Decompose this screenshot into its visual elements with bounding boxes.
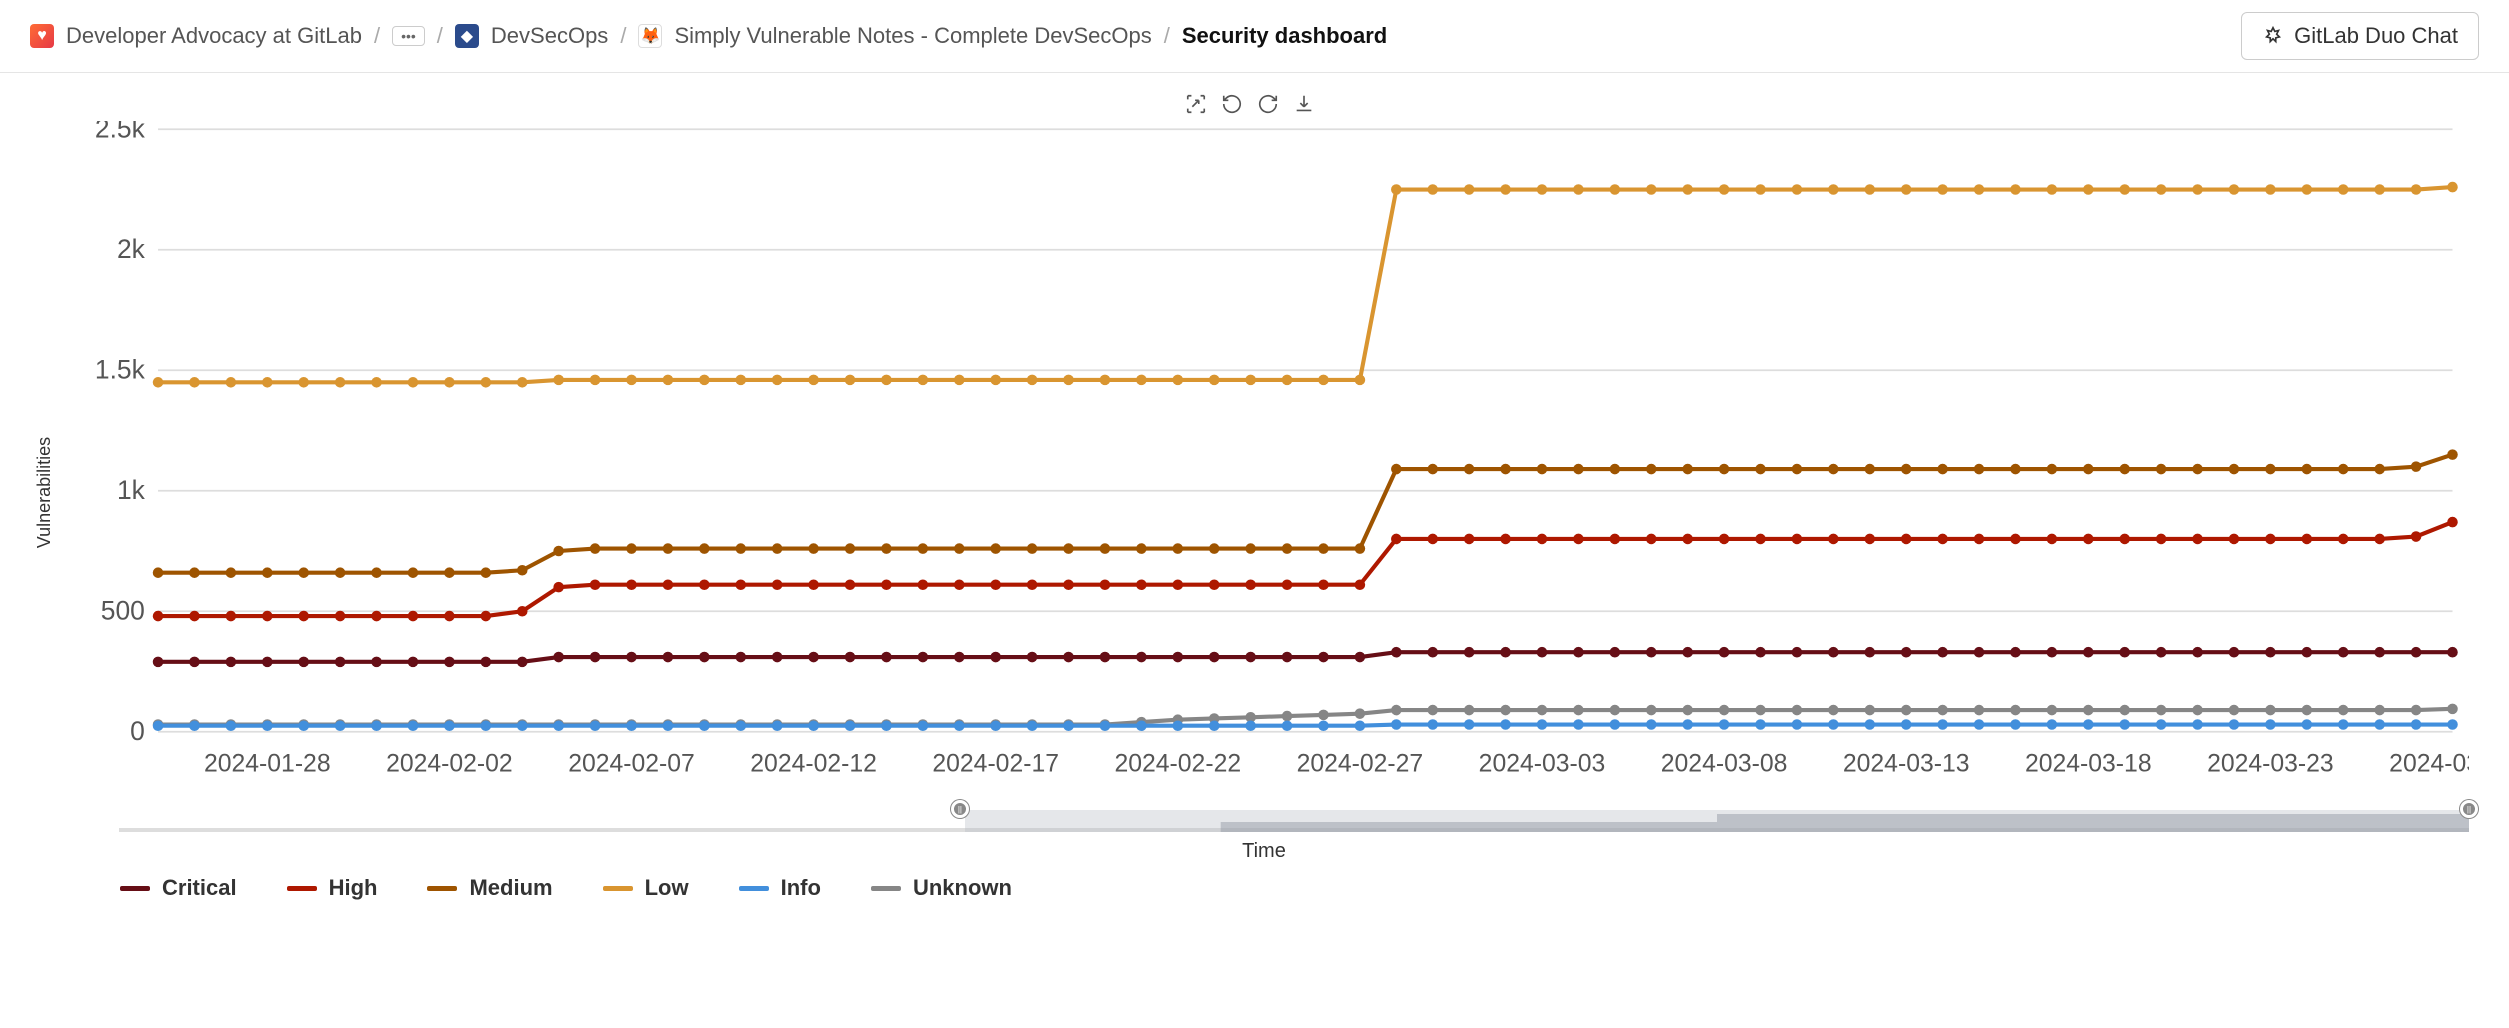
svg-text:500: 500 [101, 596, 145, 626]
legend-item-low[interactable]: Low [603, 875, 689, 901]
svg-text:2024-02-12: 2024-02-12 [750, 750, 877, 777]
refresh-icon[interactable] [1257, 93, 1279, 115]
legend-swatch [739, 886, 769, 891]
breadcrumb-ellipsis-button[interactable]: ••• [392, 26, 425, 46]
legend-swatch [287, 886, 317, 891]
svg-text:2024-03-18: 2024-03-18 [2025, 750, 2152, 777]
group-avatar-icon: ♥ [30, 24, 54, 48]
chart-plot[interactable]: 0 500 1k 1.5k 2k 2.5k 2024-01-28 2024-02-02 2024… [59, 121, 2469, 863]
svg-text:2.5k: 2.5k [95, 121, 146, 144]
legend-label: Critical [162, 875, 237, 901]
svg-text:2024-02-27: 2024-02-27 [1297, 750, 1424, 777]
chart-container: Vulnerabilities 0 500 1k 1.5k 2k 2.5k 2024-01-… [0, 73, 2509, 921]
svg-text:2024-02-07: 2024-02-07 [568, 750, 695, 777]
duo-chat-icon [2262, 25, 2284, 47]
svg-text:2024-03-03: 2024-03-03 [1479, 750, 1606, 777]
legend-swatch [871, 886, 901, 891]
svg-text:2k: 2k [117, 234, 146, 264]
legend-label: Low [645, 875, 689, 901]
svg-text:2024-03-23: 2024-03-23 [2207, 750, 2334, 777]
svg-text:2024-03-08: 2024-03-08 [1661, 750, 1788, 777]
svg-text:2024-01-28: 2024-01-28 [204, 750, 331, 777]
svg-text:2024-03-13: 2024-03-13 [1843, 750, 1970, 777]
svg-text:2024-03-28: 2024-03-28 [2389, 750, 2469, 777]
time-brush[interactable]: || || [119, 802, 2469, 832]
legend-item-high[interactable]: High [287, 875, 378, 901]
svg-text:2024-02-17: 2024-02-17 [932, 750, 1059, 777]
zoom-reset-icon[interactable] [1221, 93, 1243, 115]
breadcrumb-separator: / [374, 23, 380, 49]
legend-swatch [120, 886, 150, 891]
svg-text:1.5k: 1.5k [95, 355, 146, 385]
legend-swatch [427, 886, 457, 891]
breadcrumb-root[interactable]: Developer Advocacy at GitLab [66, 23, 362, 49]
legend-label: Medium [469, 875, 552, 901]
svg-text:2024-02-22: 2024-02-22 [1114, 750, 1241, 777]
legend-item-unknown[interactable]: Unknown [871, 875, 1012, 901]
gitlab-duo-chat-button[interactable]: GitLab Duo Chat [2241, 12, 2479, 60]
subgroup-avatar-icon: ◆ [455, 24, 479, 48]
svg-text:1k: 1k [117, 475, 146, 505]
chart-legend: Critical High Medium Low Info Unknown [30, 863, 2469, 901]
breadcrumb-separator: / [1164, 23, 1170, 49]
brush-selection[interactable] [965, 810, 2469, 832]
chart-toolbar [30, 93, 2469, 115]
breadcrumb-current: Security dashboard [1182, 23, 1387, 49]
svg-text:2024-02-02: 2024-02-02 [386, 750, 513, 777]
legend-label: High [329, 875, 378, 901]
legend-label: Unknown [913, 875, 1012, 901]
y-axis-label: Vulnerabilities [30, 121, 59, 863]
legend-item-critical[interactable]: Critical [120, 875, 237, 901]
breadcrumb-group[interactable]: DevSecOps [491, 23, 608, 49]
brush-handle-right[interactable]: || [2460, 800, 2478, 818]
top-bar: ♥ Developer Advocacy at GitLab / ••• / ◆… [0, 0, 2509, 73]
legend-item-info[interactable]: Info [739, 875, 821, 901]
zoom-select-icon[interactable] [1185, 93, 1207, 115]
download-icon[interactable] [1293, 93, 1315, 115]
breadcrumb-separator: / [620, 23, 626, 49]
breadcrumb-separator: / [437, 23, 443, 49]
duo-chat-label: GitLab Duo Chat [2294, 23, 2458, 49]
legend-swatch [603, 886, 633, 891]
x-axis-label: Time [59, 840, 2469, 863]
legend-item-medium[interactable]: Medium [427, 875, 552, 901]
legend-label: Info [781, 875, 821, 901]
breadcrumb: ♥ Developer Advocacy at GitLab / ••• / ◆… [30, 23, 1387, 49]
svg-text:0: 0 [130, 716, 145, 746]
breadcrumb-project[interactable]: Simply Vulnerable Notes - Complete DevSe… [674, 23, 1151, 49]
project-avatar-icon: 🦊 [638, 24, 662, 48]
